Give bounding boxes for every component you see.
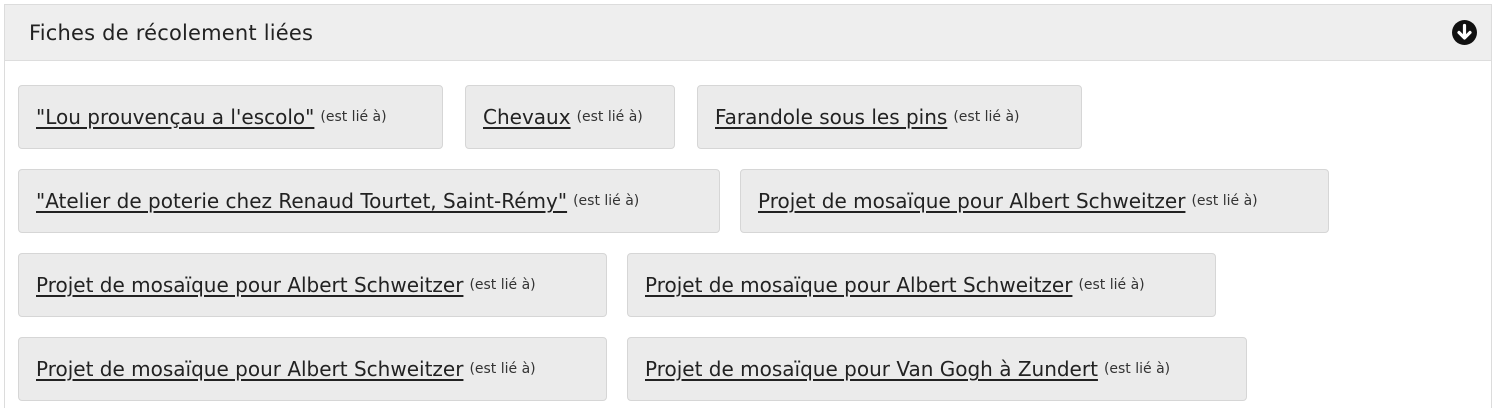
linked-record-chip: Projet de mosaïque pour Van Gogh à Zunde… [627, 337, 1247, 401]
linked-record-chip: Chevaux (est lié à) [465, 85, 675, 149]
relation-label: (est lié à) [469, 361, 536, 377]
linked-record-link[interactable]: "Atelier de poterie chez Renaud Tourtet,… [36, 189, 567, 213]
linked-record-link[interactable]: Projet de mosaïque pour Albert Schweitze… [758, 189, 1185, 213]
linked-record-chip: "Atelier de poterie chez Renaud Tourtet,… [18, 169, 720, 233]
linked-record-chip: Projet de mosaïque pour Albert Schweitze… [18, 253, 607, 317]
linked-record-link[interactable]: Projet de mosaïque pour Albert Schweitze… [645, 273, 1072, 297]
linked-record-link[interactable]: Projet de mosaïque pour Van Gogh à Zunde… [645, 357, 1098, 381]
linked-record-link[interactable]: Farandole sous les pins [715, 105, 947, 129]
relation-label: (est lié à) [953, 109, 1020, 125]
linked-record-chip: "Lou prouvençau a l'escolo" (est lié à) [18, 85, 443, 149]
relation-label: (est lié à) [1103, 361, 1171, 377]
linked-record-chip: Projet de mosaïque pour Albert Schweitze… [740, 169, 1329, 233]
relation-label: (est lié à) [576, 109, 643, 125]
linked-record-chip: Farandole sous les pins (est lié à) [697, 85, 1082, 149]
linked-record-chip: Projet de mosaïque pour Albert Schweitze… [18, 337, 607, 401]
relation-label: (est lié à) [573, 193, 640, 209]
relation-label: (est lié à) [1191, 193, 1258, 209]
relation-label: (est lié à) [1078, 277, 1145, 293]
panel-title: Fiches de récolement liées [29, 20, 314, 45]
arrow-down-circle-icon[interactable] [1452, 20, 1477, 45]
linked-records-panel: Fiches de récolement liées "Lou prouvenç… [4, 4, 1492, 408]
linked-record-link[interactable]: "Lou prouvençau a l'escolo" [36, 105, 314, 129]
panel-header[interactable]: Fiches de récolement liées [5, 5, 1491, 61]
relation-label: (est lié à) [469, 277, 536, 293]
linked-record-chip: Projet de mosaïque pour Albert Schweitze… [627, 253, 1216, 317]
linked-record-link[interactable]: Projet de mosaïque pour Albert Schweitze… [36, 357, 463, 381]
linked-record-link[interactable]: Projet de mosaïque pour Albert Schweitze… [36, 273, 463, 297]
linked-record-link[interactable]: Chevaux [483, 105, 571, 129]
relation-label: (est lié à) [320, 109, 387, 125]
